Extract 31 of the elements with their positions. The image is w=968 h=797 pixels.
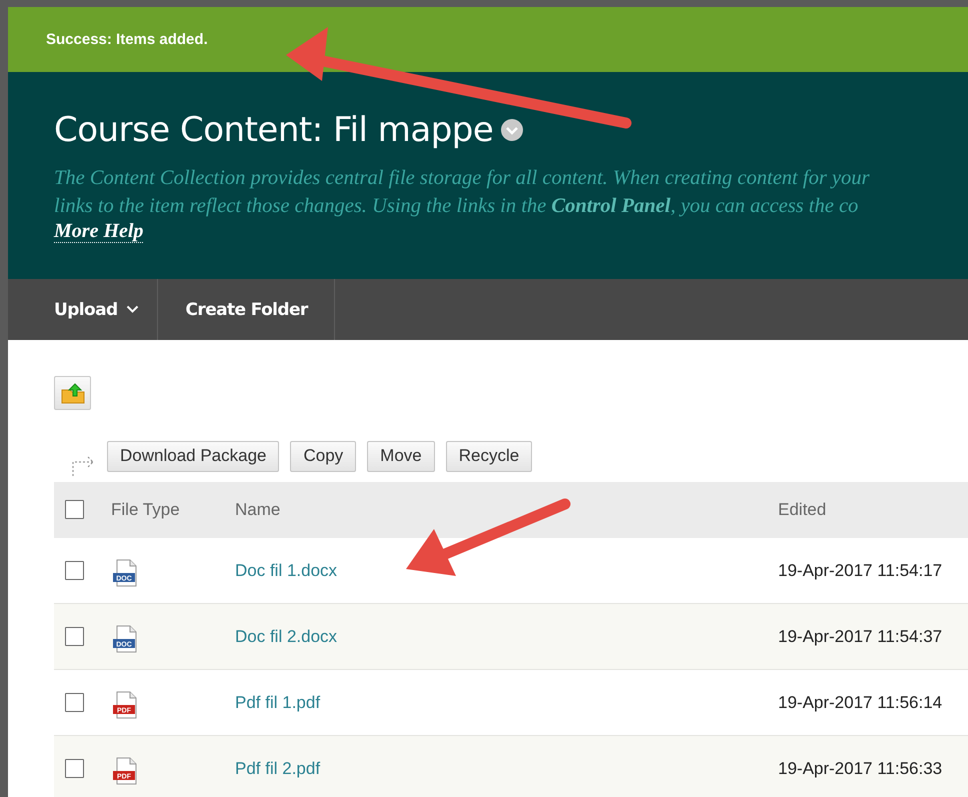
description-text: The Content Collection provides central file storage for all content. When creating content for your: [54, 166, 871, 191]
column-header[interactable]: File Type: [111, 500, 180, 518]
parent-folder-button[interactable]: [54, 376, 91, 410]
edited-date: 19-Apr-2017 11:54:37: [778, 626, 942, 646]
edited-date: 19-Apr-2017 11:54:17: [778, 560, 942, 580]
row-checkbox[interactable]: [65, 693, 84, 712]
upload-menu-button[interactable]: Upload: [8, 279, 158, 340]
action-button[interactable]: Download Package: [107, 440, 280, 472]
file-name-link[interactable]: Doc fil 1.docx: [235, 560, 338, 580]
action-button[interactable]: Recycle: [446, 440, 532, 472]
edited-date: 19-Apr-2017 11:56:14: [778, 692, 942, 712]
chevron-down-icon: [126, 305, 139, 314]
file-name-link[interactable]: Pdf fil 1.pdf: [235, 692, 320, 712]
chevron-down-icon[interactable]: [501, 119, 524, 141]
row-checkbox[interactable]: [65, 627, 84, 646]
more-help-link[interactable]: More Help: [54, 220, 144, 243]
success-message: Success: Items added.: [46, 31, 208, 48]
column-header[interactable]: Edited: [778, 500, 826, 518]
page-title: Course Content: Fil mappe: [54, 110, 494, 150]
select-all-checkbox[interactable]: [65, 500, 84, 519]
folder-up-icon: [60, 382, 84, 404]
row-checkbox[interactable]: [65, 759, 84, 778]
toolbar-button[interactable]: Create Folder: [158, 279, 335, 340]
column-header[interactable]: Name: [235, 500, 280, 518]
file-name-link[interactable]: Doc fil 2.docx: [235, 626, 338, 646]
row-checkbox[interactable]: [65, 561, 84, 580]
description-text: links to the item reflect those changes. Using the links in the Control Panel, you can access the co: [54, 194, 860, 219]
action-button[interactable]: Copy: [290, 440, 356, 472]
action-button[interactable]: Move: [367, 440, 435, 472]
edited-date: 19-Apr-2017 11:56:33: [778, 758, 942, 778]
file-name-link[interactable]: Pdf fil 2.pdf: [235, 758, 320, 778]
